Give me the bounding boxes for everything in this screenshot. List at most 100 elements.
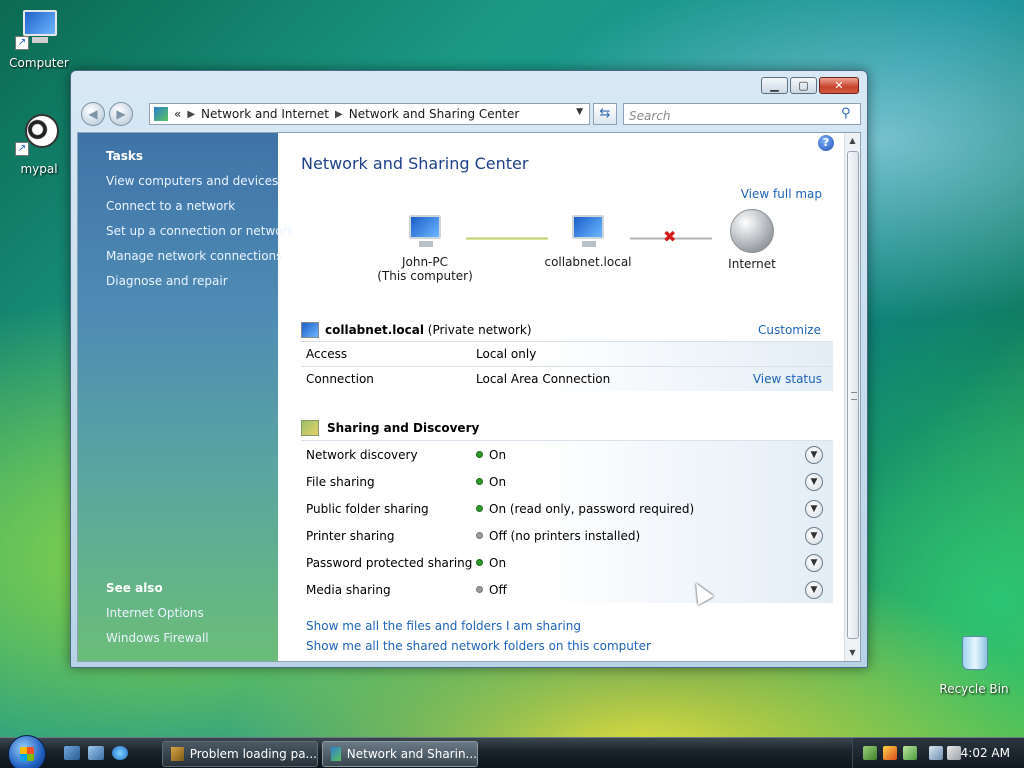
mypal-icon: ↗ bbox=[15, 110, 63, 158]
row-label: File sharing bbox=[306, 474, 375, 489]
address-bar[interactable]: « ▶ Network and Internet ▶ Network and S… bbox=[149, 103, 590, 125]
internet-explorer-icon[interactable] bbox=[112, 746, 128, 760]
recycle-bin-icon bbox=[950, 630, 998, 678]
scroll-down-icon[interactable]: ▼ bbox=[845, 645, 860, 661]
expand-chevron-icon[interactable]: ▼ bbox=[805, 499, 823, 518]
desktop-icon-mypal[interactable]: ↗ mypal bbox=[3, 110, 75, 176]
expand-chevron-icon[interactable]: ▼ bbox=[805, 472, 823, 491]
address-dropdown-icon[interactable]: ▼ bbox=[576, 107, 583, 117]
system-tray: 4:02 AM bbox=[852, 738, 1024, 768]
no-connection-x-icon: ✖ bbox=[663, 227, 677, 246]
internet-label: Internet bbox=[728, 257, 776, 271]
security-shield-icon[interactable] bbox=[883, 746, 897, 760]
vertical-scrollbar[interactable]: ▲ ▼ bbox=[844, 133, 860, 661]
tasks-pane: Tasks View computers and devices Connect… bbox=[78, 133, 294, 661]
row-label: Network discovery bbox=[306, 447, 418, 462]
caption-buttons: ▁ ▢ ✕ bbox=[761, 77, 859, 94]
view-full-map-link[interactable]: View full map bbox=[741, 187, 822, 201]
search-icon[interactable]: ⚲ bbox=[841, 106, 851, 121]
row-label: Password protected sharing bbox=[306, 555, 473, 570]
network-type: (Private network) bbox=[427, 323, 532, 337]
scroll-up-icon[interactable]: ▲ bbox=[845, 133, 860, 149]
tray-update-icon[interactable] bbox=[903, 746, 917, 760]
task-manage-connections[interactable]: Manage network connections bbox=[106, 249, 282, 263]
back-button[interactable]: ◀ bbox=[81, 102, 105, 126]
network-status-icon[interactable] bbox=[929, 746, 943, 760]
map-node-internet[interactable]: Internet bbox=[718, 209, 786, 271]
network-header: collabnet.local (Private network) Custom… bbox=[301, 319, 833, 341]
map-node-network[interactable]: collabnet.local bbox=[540, 213, 636, 269]
desktop-icon-computer[interactable]: ↗ Computer bbox=[3, 4, 75, 70]
control-panel-icon bbox=[331, 747, 341, 761]
breadcrumb-overflow[interactable]: « bbox=[174, 107, 181, 121]
main-pane: ? ▲ ▼ Network and Sharing Center View fu… bbox=[278, 133, 860, 661]
volume-muted-icon[interactable] bbox=[947, 746, 961, 760]
network-name: collabnet.local bbox=[325, 323, 424, 337]
network-icon bbox=[301, 322, 319, 338]
minimize-button[interactable]: ▁ bbox=[761, 77, 788, 94]
expand-chevron-icon[interactable]: ▼ bbox=[805, 526, 823, 545]
map-node-computer[interactable]: John-PC (This computer) bbox=[373, 213, 477, 283]
search-input[interactable] bbox=[623, 103, 861, 125]
network-sharing-window: ▁ ▢ ✕ ◀ ▶ « ▶ Network and Internet ▶ Net… bbox=[70, 70, 868, 668]
row-label: Media sharing bbox=[306, 582, 391, 597]
switch-windows-icon[interactable] bbox=[88, 746, 104, 760]
row-label: Printer sharing bbox=[306, 528, 395, 543]
sharing-heading: Sharing and Discovery bbox=[327, 420, 480, 435]
show-shared-folders-link[interactable]: Show me all the shared network folders o… bbox=[306, 639, 651, 653]
sharing-row-file-sharing: File sharing On ▼ bbox=[301, 468, 833, 495]
view-status-link[interactable]: View status bbox=[753, 372, 822, 386]
connection-line-ok bbox=[466, 237, 548, 240]
forward-button[interactable]: ▶ bbox=[109, 102, 133, 126]
row-value: Off bbox=[489, 582, 507, 597]
sharing-icon bbox=[301, 419, 319, 436]
page-title: Network and Sharing Center bbox=[301, 154, 529, 173]
desktop-icon-recycle-bin[interactable]: Recycle Bin bbox=[938, 630, 1010, 696]
row-value: Off (no printers installed) bbox=[489, 528, 641, 543]
breadcrumb-network-and-sharing-center[interactable]: Network and Sharing Center bbox=[349, 107, 520, 121]
sharing-row-password-protected: Password protected sharing On ▼ bbox=[301, 549, 833, 576]
scroll-thumb[interactable] bbox=[847, 151, 859, 639]
expand-chevron-icon[interactable]: ▼ bbox=[805, 580, 823, 599]
status-on-icon bbox=[476, 559, 483, 566]
control-panel-icon bbox=[154, 107, 168, 121]
clock[interactable]: 4:02 AM bbox=[961, 746, 1010, 760]
row-value: Local only bbox=[476, 347, 537, 361]
help-icon[interactable]: ? bbox=[818, 135, 834, 151]
network-row-connection: Connection Local Area Connection View st… bbox=[301, 366, 833, 391]
close-button[interactable]: ✕ bbox=[819, 77, 859, 94]
start-button[interactable] bbox=[8, 735, 46, 768]
tray-network-icon[interactable] bbox=[863, 746, 877, 760]
maximize-button[interactable]: ▢ bbox=[790, 77, 817, 94]
task-diagnose-repair[interactable]: Diagnose and repair bbox=[106, 274, 228, 288]
status-off-icon bbox=[476, 586, 483, 593]
internet-globe-icon bbox=[730, 209, 774, 253]
task-view-computers[interactable]: View computers and devices bbox=[106, 174, 278, 188]
taskbar-button-label: Network and Sharin... bbox=[346, 747, 477, 761]
sharing-row-network-discovery: Network discovery On ▼ bbox=[301, 441, 833, 468]
taskbar-button-browser[interactable]: Problem loading pa... bbox=[162, 741, 318, 767]
sharing-row-media: Media sharing Off ▼ bbox=[301, 576, 833, 603]
customize-link[interactable]: Customize bbox=[758, 323, 821, 337]
refresh-button[interactable]: ⇆ bbox=[593, 103, 617, 125]
computer-name: John-PC bbox=[401, 255, 449, 269]
see-also-windows-firewall[interactable]: Windows Firewall bbox=[106, 631, 209, 645]
row-value: On (read only, password required) bbox=[489, 501, 695, 516]
taskbar-button-network-center[interactable]: Network and Sharin... bbox=[322, 741, 478, 767]
desktop-icon-label: mypal bbox=[20, 162, 58, 176]
expand-chevron-icon[interactable]: ▼ bbox=[805, 553, 823, 572]
desktop-icon-label: Recycle Bin bbox=[939, 682, 1009, 696]
breadcrumb-network-and-internet[interactable]: Network and Internet bbox=[201, 107, 329, 121]
show-desktop-icon[interactable] bbox=[64, 746, 80, 760]
breadcrumb-separator-icon: ▶ bbox=[187, 108, 196, 120]
status-on-icon bbox=[476, 451, 483, 458]
see-also-heading: See also bbox=[106, 581, 163, 595]
task-set-up-connection[interactable]: Set up a connection or network bbox=[106, 224, 294, 238]
task-connect-to-network[interactable]: Connect to a network bbox=[106, 199, 235, 213]
expand-chevron-icon[interactable]: ▼ bbox=[805, 445, 823, 464]
see-also-internet-options[interactable]: Internet Options bbox=[106, 606, 204, 620]
computer-icon: ↗ bbox=[15, 4, 63, 52]
status-on-icon bbox=[476, 505, 483, 512]
show-shared-files-link[interactable]: Show me all the files and folders I am s… bbox=[306, 619, 581, 633]
network-row-access: Access Local only bbox=[301, 341, 833, 366]
